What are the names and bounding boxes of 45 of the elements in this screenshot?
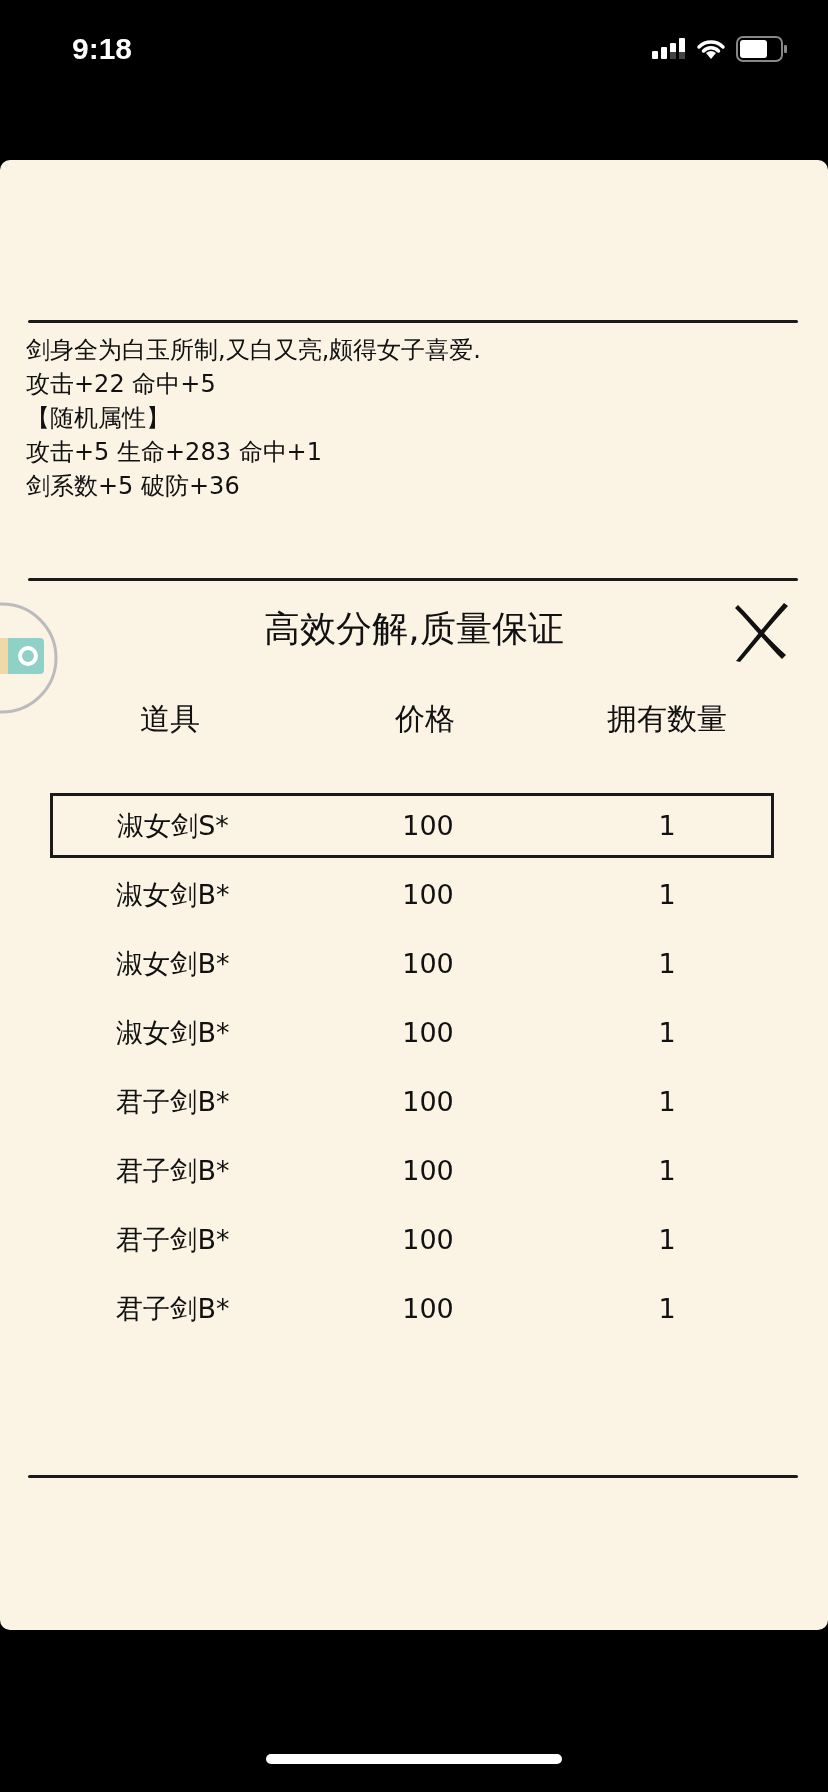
item-price: 100 [401,1155,455,1186]
wifi-icon [696,38,726,60]
item-count: 1 [657,1086,677,1117]
item-count: 1 [657,1224,677,1255]
signal-icon [652,38,686,60]
description-line: 剑系数+5 破防+36 [26,471,241,502]
description-line: 攻击+5 生命+283 命中+1 [26,437,323,468]
item-name: 淑女剑B* [115,946,231,981]
item-name: 淑女剑B* [115,877,231,912]
item-name: 淑女剑S* [116,808,230,843]
item-price: 100 [401,948,455,979]
item-price: 100 [401,1017,455,1048]
item-name: 君子剑B* [115,1153,231,1188]
item-price: 100 [401,879,455,910]
item-count: 1 [657,1155,677,1186]
column-header: 道具 [139,699,201,738]
item-name: 君子剑B* [115,1084,231,1119]
description-line: 剑身全为白玉所制,又白又亮,颇得女子喜爱. [26,335,482,366]
item-price: 100 [401,1224,455,1255]
description-line: 【随机属性】 [26,403,171,434]
battery-icon [736,36,788,62]
description-line: 攻击+22 命中+5 [26,369,217,400]
table-row[interactable]: 淑女剑B* 100 1 [50,862,774,927]
column-header: 价格 [394,699,456,738]
column-header: 拥有数量 [606,699,728,738]
item-count: 1 [657,1017,677,1048]
item-count: 1 [657,879,677,910]
table-row[interactable]: 淑女剑B* 100 1 [50,1000,774,1065]
item-count: 1 [657,810,677,841]
item-price: 100 [401,1086,455,1117]
selected-row[interactable]: 淑女剑S* 100 1 [50,793,774,858]
dialog-title: 高效分解,质量保证 [264,606,564,651]
item-count: 1 [657,948,677,979]
item-name: 淑女剑B* [115,1015,231,1050]
item-count: 1 [657,1293,677,1324]
item-name: 君子剑B* [115,1291,231,1326]
table-row[interactable]: 君子剑B* 100 1 [50,1138,774,1203]
item-name: 君子剑B* [115,1222,231,1257]
item-price: 100 [401,810,455,841]
table-row[interactable]: 君子剑B* 100 1 [50,1276,774,1341]
item-price: 100 [401,1293,455,1324]
table-row[interactable]: 君子剑B* 100 1 [50,1207,774,1272]
table-row[interactable]: 君子剑B* 100 1 [50,1069,774,1134]
status-time: 9:18 [72,32,133,66]
table-row[interactable]: 淑女剑B* 100 1 [50,931,774,996]
